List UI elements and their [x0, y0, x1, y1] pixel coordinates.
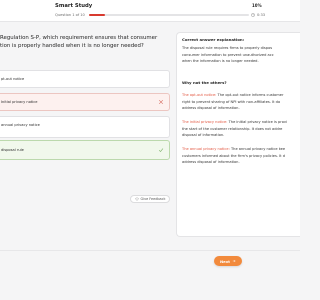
option-label: pt-out notice	[1, 77, 25, 81]
app-title: Smart Study	[55, 3, 93, 9]
bottom-bar	[0, 250, 300, 300]
give-feedback-button[interactable]: Give Feedback	[130, 195, 170, 203]
arrow-right-icon	[232, 259, 236, 263]
question-line: tion is properly handled when it is no l…	[0, 43, 144, 49]
question-text: Regulation S-P, which requirement ensure…	[0, 34, 172, 50]
other-option-initial-privacy: The initial privacy notice: The initial …	[182, 119, 300, 139]
explanation-line: right to prevent sharing of NPI with non…	[182, 99, 281, 104]
explanation-line: The opt-out notice informs customer	[216, 93, 284, 97]
progress-bar	[89, 14, 249, 16]
heart-icon	[135, 197, 139, 201]
next-label: Next	[219, 258, 231, 264]
explanation-body: The disposal rule requires firms to prop…	[182, 45, 300, 65]
other-option-opt-out: The opt-out notice: The opt-out notice i…	[182, 92, 300, 112]
answer-option-annual-privacy[interactable]: annual privacy notice	[0, 116, 170, 138]
option-label: Initial privacy notice	[1, 100, 38, 104]
clock-icon	[251, 12, 255, 17]
top-bar: Smart Study Question 1 of 10 10% 0:33	[0, 0, 300, 22]
highlight-label: The annual privacy notice:	[182, 147, 230, 151]
explanation-line: address disposal of information.	[182, 106, 240, 111]
check-icon	[158, 148, 164, 153]
timer-value: 0:33	[257, 12, 266, 17]
explanation-line: the start of the customer relationship. …	[182, 126, 283, 131]
explanation-line: The disposal rule requires firms to prop…	[182, 46, 273, 50]
option-label: annual privacy notice	[1, 123, 40, 127]
why-not-others-title: Why not the others?	[182, 80, 227, 85]
explanation-line: address disposal of information.	[182, 160, 240, 165]
explanation-line: The initial privacy notice is provi	[227, 120, 288, 124]
explanation-title: Correct answer explanation:	[182, 37, 245, 42]
highlight-label: The initial privacy notice:	[182, 120, 228, 124]
explanation-line: consumer information to prevent unauthor…	[182, 52, 274, 57]
answer-option-initial-privacy[interactable]: Initial privacy notice	[0, 93, 170, 111]
give-feedback-label: Give Feedback	[140, 197, 166, 201]
other-option-annual-privacy: The annual privacy notice: The annual pr…	[182, 146, 300, 166]
timer: 0:33	[251, 12, 265, 17]
progress-percent: 10%	[252, 3, 262, 8]
highlight-label: The opt-out notice:	[182, 93, 217, 97]
x-icon	[158, 99, 164, 105]
explanation-line: disposal of information.	[182, 133, 225, 138]
question-counter: Question 1 of 10	[55, 13, 85, 17]
next-button[interactable]: Next	[214, 256, 242, 266]
option-label: disposal rule	[1, 148, 24, 152]
explanation-line: The annual privacy notice kee	[229, 147, 286, 151]
question-line: Regulation S-P, which requirement ensure…	[0, 35, 158, 41]
progress-bar-fill	[89, 14, 105, 16]
explanation-line: when the information is no longer needed…	[182, 59, 259, 64]
explanation-line: customers informed about the firm's priv…	[182, 153, 286, 158]
answer-option-disposal-rule[interactable]: disposal rule	[0, 140, 170, 160]
answer-option-opt-out[interactable]: pt-out notice	[0, 70, 170, 88]
